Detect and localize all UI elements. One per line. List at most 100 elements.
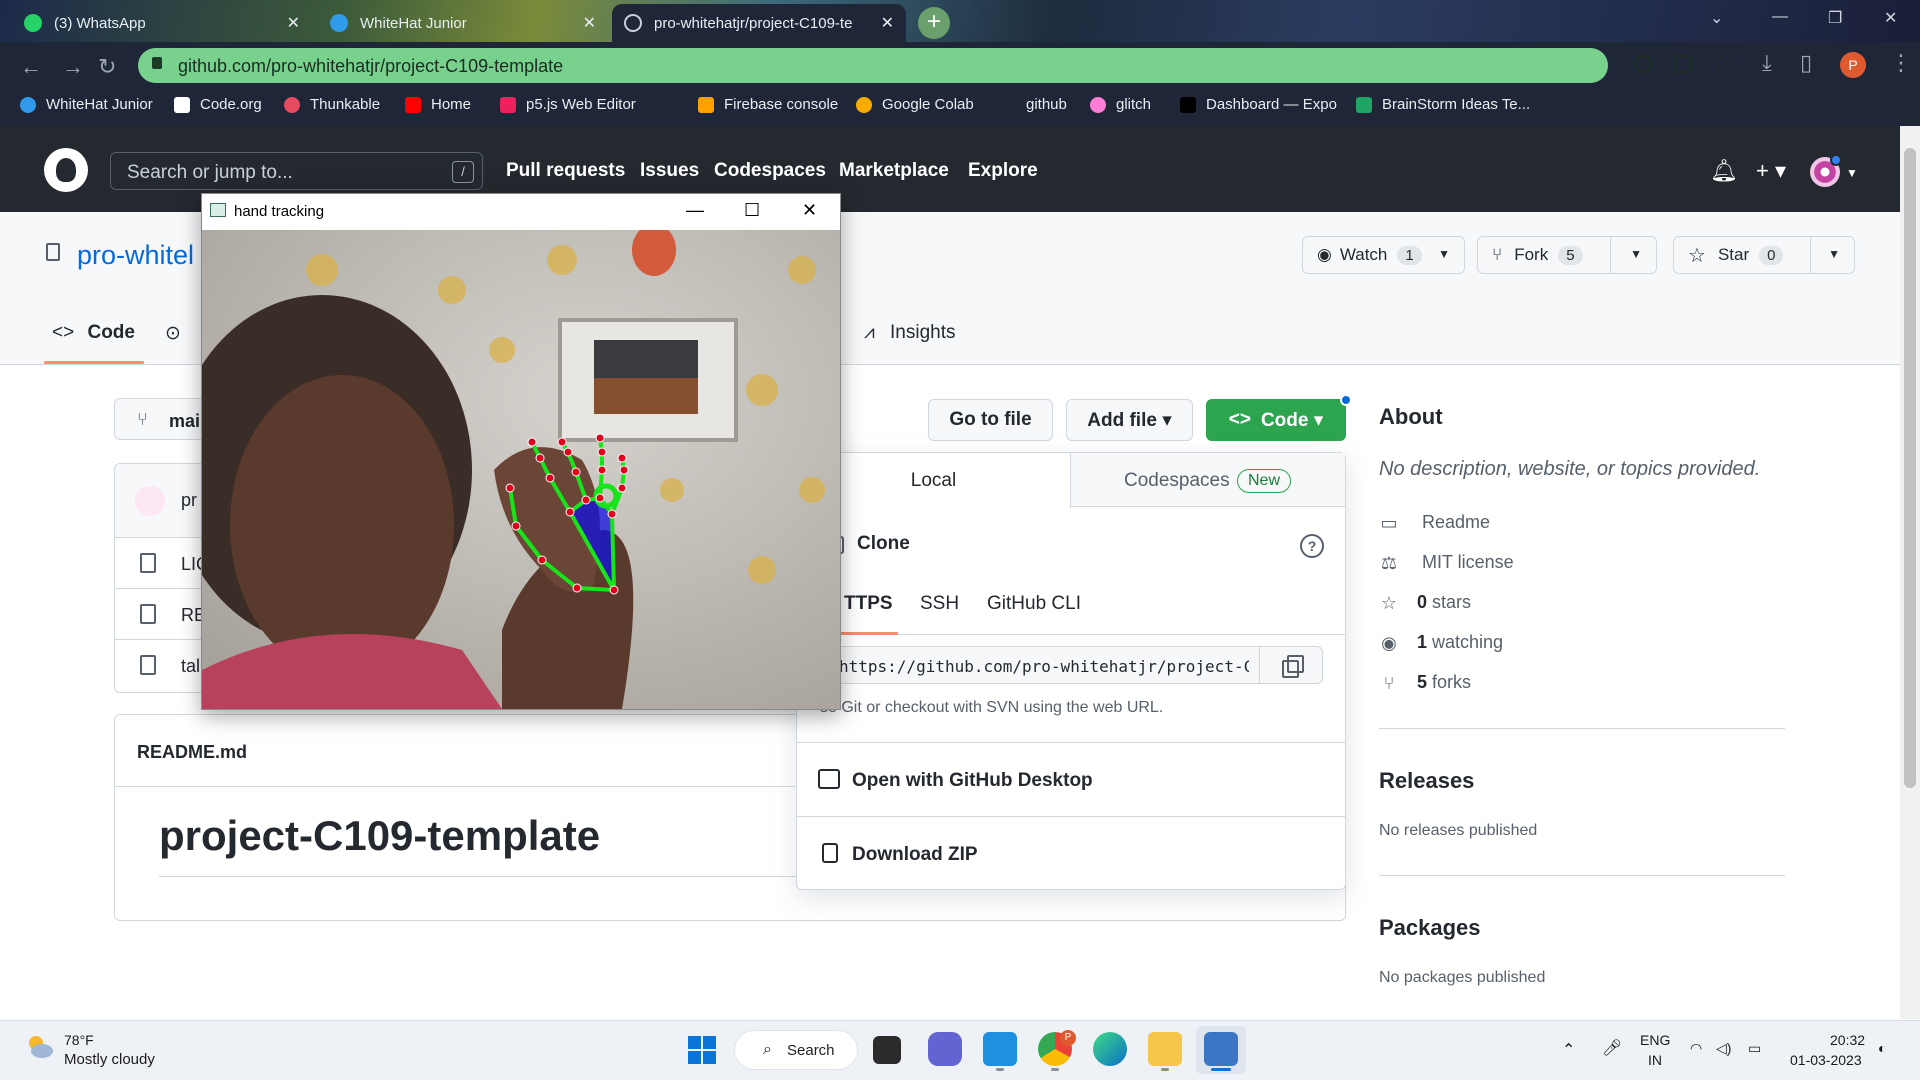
file-explorer-icon[interactable] <box>1148 1032 1182 1066</box>
tab-insights[interactable]: ⩘ Insights <box>864 322 955 344</box>
download-zip[interactable]: Download ZIP <box>852 844 978 866</box>
language-bottom[interactable]: IN <box>1648 1052 1662 1068</box>
weather-condition[interactable]: Mostly cloudy <box>64 1051 155 1068</box>
bookmark-item[interactable]: p5.js Web Editor <box>500 96 636 113</box>
edge-icon[interactable] <box>1093 1032 1127 1066</box>
code-button[interactable]: <> Code ▾ <box>1206 399 1346 441</box>
zoom-icon[interactable] <box>1634 55 1652 73</box>
sidebar-item-stars[interactable]: ☆ 0 stars <box>1379 592 1471 613</box>
weather-temperature[interactable]: 78°F <box>64 1032 94 1048</box>
subtab-https[interactable]: TTPS <box>844 593 893 615</box>
nav-marketplace[interactable]: Marketplace <box>839 160 949 182</box>
bookmark-item[interactable]: Thunkable <box>284 96 380 113</box>
go-to-file-button[interactable]: Go to file <box>928 399 1053 441</box>
minimize-icon[interactable]: — <box>1772 8 1788 26</box>
chat-icon[interactable] <box>928 1032 962 1066</box>
address-bar[interactable]: github.com/pro-whitehatjr/project-C109-t… <box>138 48 1608 83</box>
bell-icon[interactable]: 🔔︎ <box>1710 158 1738 184</box>
bookmark-star-icon[interactable]: ☆ <box>1712 50 1732 76</box>
volume-icon[interactable]: ◁) <box>1716 1040 1731 1057</box>
subtab-ssh[interactable]: SSH <box>920 593 959 615</box>
bookmark-item[interactable]: Firebase console <box>698 96 838 113</box>
readme-filename[interactable]: README.md <box>137 742 247 763</box>
share-icon[interactable] <box>1674 55 1692 73</box>
minimize-icon[interactable]: — <box>686 200 704 221</box>
restore-icon[interactable]: ❐ <box>1828 8 1842 28</box>
chevron-down-icon[interactable]: ▼ <box>1846 166 1858 180</box>
chevron-down-icon[interactable]: ▼ <box>1828 247 1840 261</box>
microphone-icon[interactable]: 🎤︎ <box>1602 1038 1622 1058</box>
fork-button[interactable]: ⑂ Fork 5 ▼ <box>1477 236 1657 274</box>
file-name[interactable]: tal <box>181 656 200 677</box>
language-top[interactable]: ENG <box>1640 1032 1670 1048</box>
branch-selector[interactable]: ⑂ mai <box>114 398 214 440</box>
bookmark-item[interactable]: WhiteHat Junior <box>20 96 153 113</box>
maximize-icon[interactable]: ☐ <box>744 200 760 221</box>
bookmark-item[interactable]: BrainStorm Ideas Te... <box>1356 96 1530 113</box>
profile-avatar[interactable]: P <box>1840 52 1866 78</box>
menu-kebab-icon[interactable]: ⋮ <box>1890 50 1912 76</box>
vscode-icon[interactable] <box>983 1032 1017 1066</box>
search-input[interactable]: Search or jump to... / <box>110 152 483 190</box>
create-new-dropdown[interactable]: + ▾ <box>1756 158 1786 184</box>
bookmark-item[interactable]: Dashboard — Expo <box>1180 96 1337 113</box>
releases-heading[interactable]: Releases <box>1379 768 1474 794</box>
scrollbar-thumb[interactable] <box>1904 148 1916 788</box>
chevron-down-icon[interactable]: ▼ <box>1438 247 1450 261</box>
start-button[interactable] <box>688 1036 716 1064</box>
copy-icon[interactable] <box>1259 646 1323 684</box>
help-icon[interactable]: ? <box>1300 534 1324 558</box>
bookmark-item[interactable]: Code.org <box>174 96 262 113</box>
nav-pull-requests[interactable]: Pull requests <box>506 160 625 182</box>
subtab-github-cli[interactable]: GitHub CLI <box>987 593 1081 615</box>
issue-opened-icon[interactable]: ⊙ <box>165 322 181 345</box>
clone-url-input[interactable]: https://github.com/pro-whitehatjr/projec… <box>826 646 1260 684</box>
watch-button[interactable]: ◉ Watch 1 ▼ <box>1302 236 1465 274</box>
reload-icon[interactable]: ↻ <box>98 54 116 80</box>
close-icon[interactable]: ✕ <box>802 200 817 221</box>
new-tab-button[interactable]: + <box>918 7 950 39</box>
tab-github-repo[interactable]: pro-whitehatjr/project-C109-te ✕ <box>612 4 906 42</box>
bookmark-item[interactable]: github <box>1000 96 1067 113</box>
bookmark-item[interactable]: glitch <box>1090 96 1151 113</box>
add-file-button[interactable]: Add file ▾ <box>1066 399 1193 441</box>
page-scrollbar[interactable] <box>1900 126 1920 1019</box>
repo-owner-link[interactable]: pro-whitel <box>77 240 194 271</box>
task-view-icon[interactable] <box>873 1036 901 1064</box>
tab-codespaces[interactable]: Codespaces <box>1124 470 1230 492</box>
open-with-github-desktop[interactable]: Open with GitHub Desktop <box>852 770 1093 792</box>
close-window-icon[interactable]: ✕ <box>1884 8 1897 28</box>
packages-heading[interactable]: Packages <box>1379 915 1481 941</box>
commit-author[interactable]: pr <box>181 490 197 511</box>
tab-whitehat-junior[interactable]: WhiteHat Junior ✕ <box>318 4 608 42</box>
github-logo-icon[interactable] <box>44 148 88 192</box>
sidebar-item-forks[interactable]: ⑂ 5 forks <box>1379 672 1471 693</box>
taskbar-search[interactable]: ⌕ Search <box>734 1030 858 1070</box>
notifications-icon[interactable]: ◐ <box>1878 1040 1886 1056</box>
bookmark-item[interactable]: Google Colab <box>856 96 974 113</box>
sidebar-item-license[interactable]: ⚖ MIT license <box>1379 552 1514 573</box>
nav-explore[interactable]: Explore <box>968 160 1038 182</box>
wifi-icon[interactable]: ◠ <box>1690 1040 1702 1057</box>
bookmark-item[interactable]: Home <box>405 96 471 113</box>
python-app-icon[interactable] <box>1204 1032 1238 1066</box>
sidepanel-icon[interactable]: ▯ <box>1800 50 1812 76</box>
battery-icon[interactable]: ▭ <box>1748 1040 1761 1057</box>
chevron-up-icon[interactable]: ⌃ <box>1562 1040 1575 1060</box>
download-icon[interactable]: ⤓ <box>1762 50 1772 76</box>
chevron-down-icon[interactable]: ▼ <box>1630 247 1642 261</box>
star-button[interactable]: ☆ Star 0 ▼ <box>1673 236 1855 274</box>
tab-search-chevron-icon[interactable]: ⌄ <box>1710 8 1723 28</box>
tab-code[interactable]: <> Code <box>52 322 135 344</box>
back-icon[interactable]: ← <box>20 54 42 80</box>
tab-whatsapp[interactable]: (3) WhatsApp ✕ <box>12 4 312 42</box>
clock-time[interactable]: 20:32 <box>1830 1032 1865 1048</box>
forward-icon[interactable]: → <box>62 54 84 80</box>
clock-date[interactable]: 01-03-2023 <box>1790 1052 1862 1068</box>
sidebar-item-readme[interactable]: ▭ Readme <box>1379 512 1490 533</box>
tab-close-icon[interactable]: ✕ <box>287 13 300 33</box>
nav-codespaces[interactable]: Codespaces <box>714 160 826 182</box>
tab-close-icon[interactable]: ✕ <box>881 13 894 33</box>
nav-issues[interactable]: Issues <box>640 160 699 182</box>
sidebar-item-watching[interactable]: ◉ 1 watching <box>1379 632 1503 653</box>
